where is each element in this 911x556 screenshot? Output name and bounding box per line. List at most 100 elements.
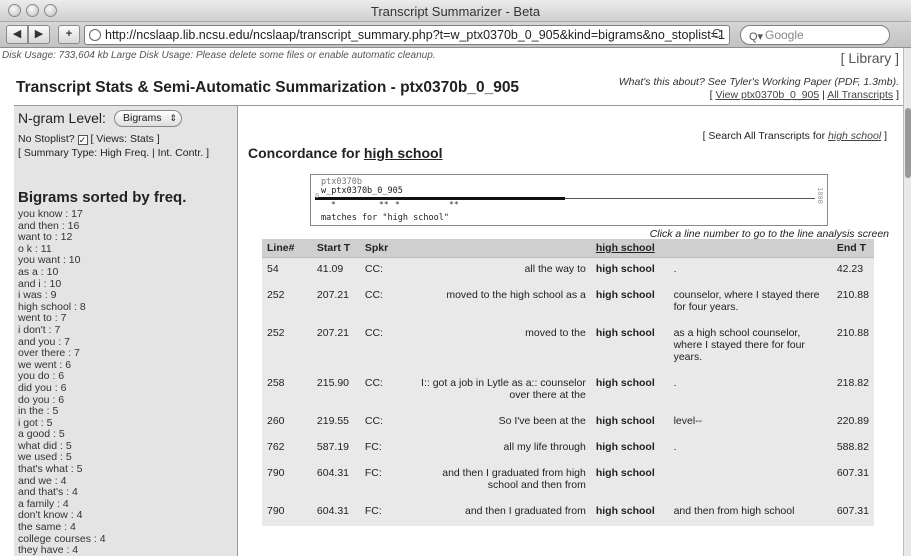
ngram-level-select[interactable]: Bigrams ⇕ — [114, 110, 182, 127]
vertical-scrollbar[interactable] — [903, 48, 911, 556]
bigram-list: you know : 17 and then : 16 want to : 12 o … — [18, 208, 106, 556]
bigram-item[interactable]: that's what : 5 — [18, 463, 106, 476]
start-time: 41.09 — [311, 257, 360, 284]
line-number-link[interactable]: 54 — [262, 257, 312, 284]
col-header-post — [668, 239, 832, 258]
speaker: CC: — [359, 322, 406, 372]
bigram-item[interactable]: over there : 7 — [18, 348, 106, 360]
header-links: What's this about? See Tyler's Working P… — [618, 76, 899, 101]
pre-context: and then I graduated from — [405, 500, 591, 526]
pre-context: all my life through — [405, 436, 591, 462]
concordance-table: Line# Start T Spkr high school End T 54 4… — [262, 239, 874, 526]
start-time: 207.21 — [311, 322, 360, 372]
end-time: 210.88 — [831, 284, 874, 322]
bigram-item[interactable]: the same : 4 — [18, 521, 106, 534]
pre-context: I:: got a job in Lytle as a:: counselor … — [405, 372, 591, 410]
post-context: as a high school counselor, where I stay… — [668, 322, 832, 372]
post-context: counselor, where I stayed there for four… — [668, 284, 832, 322]
concordance-prefix: Concordance for — [248, 145, 361, 161]
table-row: 252 207.21 CC: moved to the high school as a … — [262, 322, 874, 372]
no-stoplist-row: No Stoplist? ✓ [ Views: Stats ] — [18, 133, 160, 145]
forward-button[interactable]: ▶ — [28, 25, 50, 44]
line-number-link[interactable]: 790 — [262, 462, 312, 500]
window-title: Transcript Summarizer - Beta — [370, 4, 541, 19]
graphic-name: w_ptx0370b_0_905 — [321, 186, 403, 196]
keyword: high school — [590, 410, 669, 436]
select-arrows-icon: ⇕ — [169, 113, 177, 123]
keyword: high school — [590, 372, 669, 410]
line-number-link[interactable]: 260 — [262, 410, 312, 436]
add-bookmark-button[interactable]: + — [58, 25, 80, 44]
end-time: 607.31 — [831, 500, 874, 526]
keyword: high school — [590, 436, 669, 462]
start-time: 587.19 — [311, 436, 360, 462]
pre-context: and then I graduated from high school an… — [405, 462, 591, 500]
start-time: 207.21 — [311, 284, 360, 322]
concordance-term-link[interactable]: high school — [364, 145, 443, 161]
speaker: CC: — [359, 372, 406, 410]
post-context: . — [668, 372, 832, 410]
timeline-left-tick: 0 — [315, 192, 320, 200]
search-icon: Q▾ — [749, 31, 764, 43]
start-time: 219.55 — [311, 410, 360, 436]
line-number-link[interactable]: 790 — [262, 500, 312, 526]
timeline-bar — [315, 197, 565, 200]
no-stoplist-checkbox[interactable]: ✓ — [77, 135, 88, 145]
pre-context: moved to the high school as a — [405, 284, 591, 322]
address-bar[interactable]: http://ncslaap.lib.ncsu.edu/ncslaap/tran… — [84, 25, 730, 45]
col-header-keyword[interactable]: high school — [590, 239, 669, 258]
match-marker: * — [395, 200, 400, 209]
end-time: 220.89 — [831, 410, 874, 436]
col-header-start: Start T — [311, 239, 360, 258]
line-number-link[interactable]: 762 — [262, 436, 312, 462]
post-context: . — [668, 436, 832, 462]
speaker: CC: — [359, 257, 406, 284]
bigrams-heading: Bigrams sorted by freq. — [18, 189, 187, 206]
bigram-item[interactable]: they have : 4 — [18, 545, 106, 556]
reload-icon[interactable]: C — [712, 26, 721, 41]
all-transcripts-link[interactable]: All Transcripts — [827, 89, 893, 101]
no-stoplist-label: No Stoplist? — [18, 133, 75, 145]
ngram-level-value: Bigrams — [123, 112, 162, 124]
post-context — [668, 462, 832, 500]
end-time: 607.31 — [831, 462, 874, 500]
search-input[interactable]: Q▾ Google — [740, 25, 890, 45]
bigram-item[interactable]: i don't : 7 — [18, 324, 106, 337]
search-all-term-link[interactable]: high school — [828, 130, 881, 142]
library-link[interactable]: [ Library ] — [841, 50, 899, 66]
window-titlebar: Transcript Summarizer - Beta — [0, 0, 911, 22]
table-row: 790 604.31 FC: and then I graduated from hig… — [262, 500, 874, 526]
timeline-line — [565, 198, 815, 199]
search-placeholder: Google — [765, 28, 804, 42]
summary-type-text[interactable]: [ Summary Type: High Freq. | Int. Contr.… — [18, 147, 209, 159]
line-number-link[interactable]: 252 — [262, 322, 312, 372]
bigram-item[interactable]: did you : 6 — [18, 382, 106, 395]
keyword: high school — [590, 257, 669, 284]
bigram-item[interactable]: i was : 9 — [18, 290, 106, 302]
bigram-item[interactable]: you know : 17 — [18, 208, 106, 221]
scrollbar-thumb[interactable] — [905, 108, 911, 178]
keyword: high school — [590, 500, 669, 526]
table-row: 762 587.19 FC: all my life through high scho… — [262, 436, 874, 462]
col-header-end: End T — [831, 239, 874, 258]
page-title: Transcript Stats & Semi-Automatic Summar… — [16, 79, 520, 96]
line-number-link[interactable]: 258 — [262, 372, 312, 410]
globe-icon — [89, 29, 101, 41]
table-row: 258 215.90 CC: I:: got a job in Lytle as a:… — [262, 372, 874, 410]
bigram-item[interactable]: as a : 10 — [18, 266, 106, 279]
end-time: 218.82 — [831, 372, 874, 410]
match-marker: * — [331, 200, 336, 209]
line-number-link[interactable]: 252 — [262, 284, 312, 322]
bigram-item[interactable]: in the : 5 — [18, 405, 106, 418]
views-text[interactable]: [ Views: Stats ] — [90, 133, 159, 145]
end-time: 588.82 — [831, 436, 874, 462]
timeline-right-tick: 1800 — [816, 187, 824, 204]
speaker: FC: — [359, 500, 406, 526]
speaker: CC: — [359, 410, 406, 436]
back-button[interactable]: ◀ — [6, 25, 28, 44]
table-row: 252 207.21 CC: moved to the high school as … — [262, 284, 874, 322]
view-transcript-link[interactable]: View ptx0370b_0_905 — [716, 89, 820, 101]
speaker: FC: — [359, 436, 406, 462]
disk-usage-notice: Disk Usage: 733,604 kb Large Disk Usage:… — [2, 50, 436, 61]
search-all-transcripts: [ Search All Transcripts for high school… — [703, 130, 887, 142]
